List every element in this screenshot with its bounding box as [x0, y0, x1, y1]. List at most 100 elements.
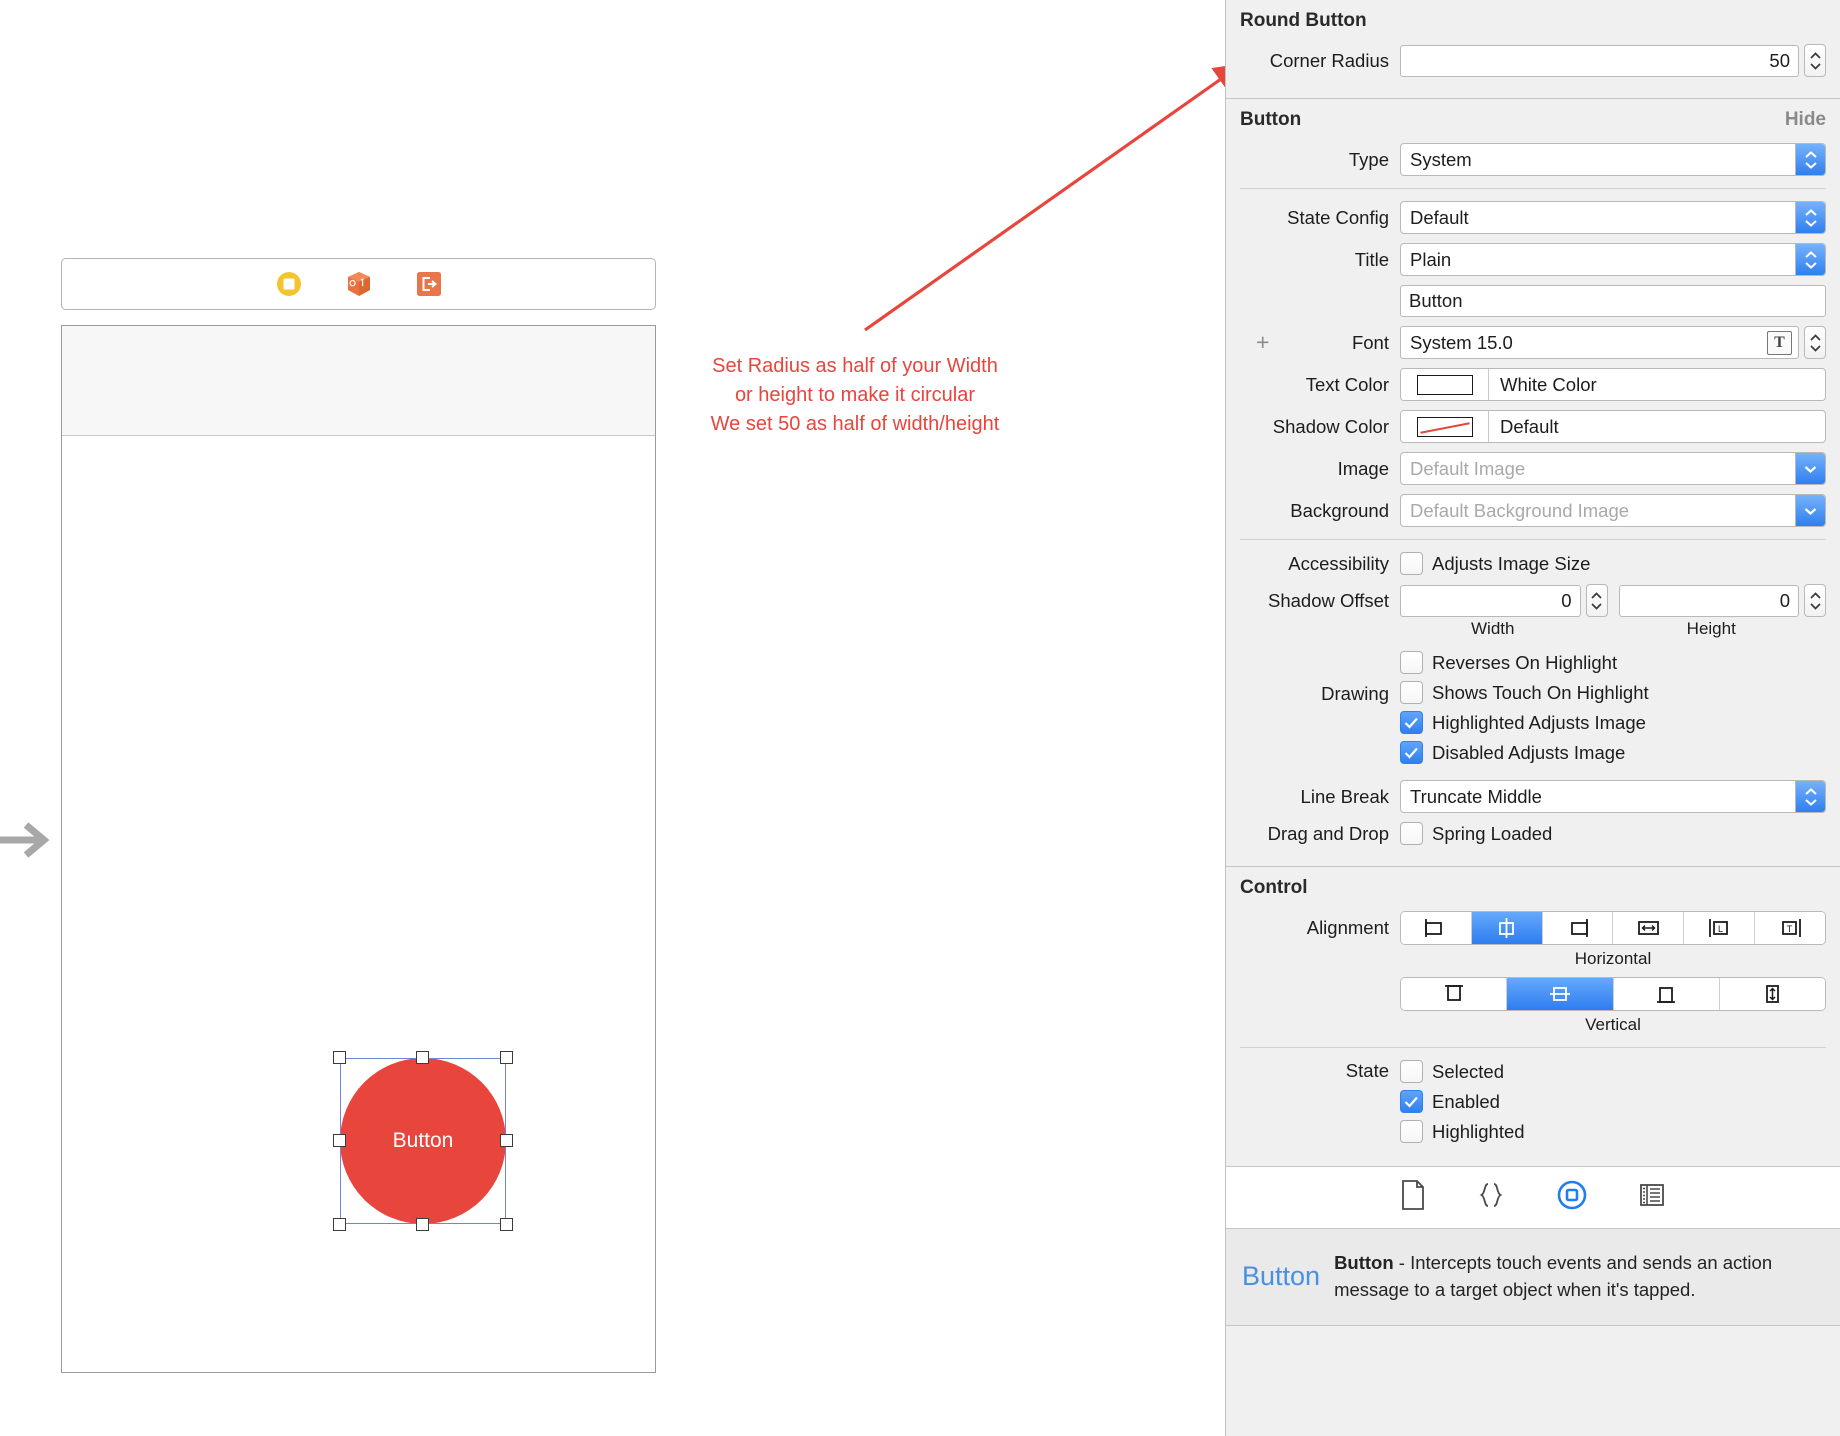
- align-left-icon[interactable]: [1401, 912, 1472, 944]
- reverses-on-highlight-checkbox[interactable]: [1400, 651, 1423, 674]
- type-label: Type: [1348, 148, 1389, 170]
- title-style-select[interactable]: Plain: [1400, 243, 1826, 276]
- adjusts-image-size-checkbox[interactable]: [1400, 552, 1423, 575]
- background-select[interactable]: Default Background Image: [1400, 494, 1826, 527]
- media-library-icon[interactable]: [1638, 1181, 1666, 1214]
- shadow-offset-width-input[interactable]: 0: [1400, 584, 1581, 617]
- disabled-adjusts-image-checkbox[interactable]: [1400, 741, 1423, 764]
- vertical-sub-label: Vertical: [1585, 1015, 1641, 1034]
- button-section: Button Hide Type System State Config Def…: [1226, 99, 1840, 867]
- text-color-row: Text Color White Color: [1240, 368, 1826, 401]
- font-size-stepper[interactable]: [1804, 326, 1826, 359]
- state-option[interactable]: Highlighted: [1400, 1120, 1525, 1143]
- align-center-icon[interactable]: [1471, 912, 1543, 944]
- font-input[interactable]: System 15.0 T: [1400, 326, 1799, 359]
- color-swatch-button[interactable]: [1401, 411, 1489, 442]
- drag-and-drop-label: Drag and Drop: [1267, 822, 1389, 844]
- scene-dock: [61, 258, 656, 310]
- resize-handle[interactable]: [333, 1134, 346, 1147]
- shadow-color-select[interactable]: Default: [1400, 410, 1826, 443]
- drawing-option[interactable]: Reverses On Highlight: [1400, 651, 1617, 674]
- align-bottom-icon[interactable]: [1613, 978, 1720, 1010]
- accessibility-label: Accessibility: [1288, 552, 1389, 574]
- align-fill-horizontal-icon[interactable]: [1613, 912, 1685, 944]
- shadow-offset-height-input[interactable]: 0: [1618, 584, 1799, 617]
- align-middle-icon[interactable]: [1507, 978, 1614, 1010]
- drawing-option[interactable]: Shows Touch On Highlight: [1400, 681, 1649, 704]
- exit-icon[interactable]: [416, 271, 442, 297]
- align-fill-vertical-icon[interactable]: [1719, 978, 1825, 1010]
- divider: [1240, 188, 1826, 189]
- resize-handle[interactable]: [500, 1134, 513, 1147]
- highlighted-adjusts-image-checkbox[interactable]: [1400, 711, 1423, 734]
- drawing-option-label: Reverses On Highlight: [1432, 651, 1618, 673]
- align-leading-icon[interactable]: L: [1684, 912, 1756, 944]
- drawing-row: Drawing Reverses On Highlight Shows Touc…: [1240, 651, 1826, 771]
- horizontal-alignment-segmented-control[interactable]: L T: [1400, 911, 1826, 945]
- adjusts-image-size-label: Adjusts Image Size: [1432, 552, 1591, 574]
- width-sub-label: Width: [1471, 619, 1515, 638]
- view-controller-icon[interactable]: [276, 271, 302, 297]
- drawing-label: Drawing: [1321, 683, 1389, 704]
- selected-button-wrapper[interactable]: Button: [333, 1051, 513, 1231]
- image-select[interactable]: Default Image: [1400, 452, 1826, 485]
- selected-checkbox[interactable]: [1400, 1060, 1423, 1083]
- align-top-icon[interactable]: [1401, 978, 1508, 1010]
- line-break-select[interactable]: Truncate Middle: [1400, 780, 1826, 813]
- title-text-input[interactable]: Button: [1400, 285, 1826, 317]
- line-break-row: Line Break Truncate Middle: [1240, 780, 1826, 813]
- resize-handle[interactable]: [333, 1051, 346, 1064]
- resize-handle[interactable]: [500, 1218, 513, 1231]
- first-responder-icon[interactable]: [346, 271, 372, 297]
- drawing-option[interactable]: Disabled Adjusts Image: [1400, 741, 1625, 764]
- hide-button[interactable]: Hide: [1785, 109, 1826, 131]
- resize-handle[interactable]: [416, 1218, 429, 1231]
- alignment-horizontal-row: Alignment L T: [1240, 911, 1826, 945]
- spring-loaded-checkbox[interactable]: [1400, 822, 1423, 845]
- drawing-option[interactable]: Highlighted Adjusts Image: [1400, 711, 1646, 734]
- color-swatch-button[interactable]: [1401, 369, 1489, 400]
- type-row: Type System: [1240, 143, 1826, 176]
- font-picker-icon[interactable]: T: [1767, 330, 1792, 355]
- file-template-icon[interactable]: [1400, 1180, 1426, 1215]
- enabled-checkbox[interactable]: [1400, 1090, 1423, 1113]
- state-option[interactable]: Enabled: [1400, 1090, 1500, 1113]
- type-select[interactable]: System: [1400, 143, 1826, 176]
- state-label: State: [1345, 1060, 1389, 1081]
- align-right-icon[interactable]: [1542, 912, 1614, 944]
- vertical-alignment-segmented-control[interactable]: [1400, 977, 1826, 1011]
- drawing-option-label: Highlighted Adjusts Image: [1432, 711, 1646, 733]
- shadow-offset-width-stepper[interactable]: [1585, 584, 1608, 617]
- resize-handle[interactable]: [500, 1051, 513, 1064]
- svg-text:L: L: [1718, 924, 1723, 934]
- shadow-offset-height-stepper[interactable]: [1804, 584, 1826, 617]
- align-trailing-icon[interactable]: T: [1755, 912, 1825, 944]
- resize-handle[interactable]: [416, 1051, 429, 1064]
- selection-rectangle: [340, 1058, 506, 1224]
- state-config-row: State Config Default: [1240, 201, 1826, 234]
- corner-radius-input[interactable]: 50: [1400, 44, 1799, 77]
- color-swatch-none: [1416, 416, 1473, 437]
- chevron-updown-icon: [1795, 781, 1825, 812]
- state-option-label: Enabled: [1432, 1090, 1500, 1112]
- state-option[interactable]: Selected: [1400, 1060, 1504, 1083]
- accessibility-row: Accessibility Adjusts Image Size: [1240, 552, 1826, 575]
- highlighted-checkbox[interactable]: [1400, 1120, 1423, 1143]
- code-snippet-icon[interactable]: [1476, 1180, 1506, 1215]
- corner-radius-stepper[interactable]: [1804, 44, 1826, 77]
- device-canvas: Button: [61, 325, 656, 1373]
- title-label: Title: [1354, 248, 1389, 270]
- state-config-select[interactable]: Default: [1400, 201, 1826, 234]
- round-button-section: Round Button Corner Radius 50: [1226, 0, 1840, 99]
- add-variation-button[interactable]: +: [1256, 331, 1269, 354]
- storyboard-canvas: Button Set Radius as half of your Width …: [0, 0, 1244, 1436]
- annotation-text: Set Radius as half of your Width or heig…: [710, 355, 1000, 435]
- resize-handle[interactable]: [333, 1218, 346, 1231]
- library-description: Button Button - Intercepts touch events …: [1226, 1229, 1840, 1326]
- shows-touch-on-highlight-checkbox[interactable]: [1400, 681, 1423, 704]
- object-library-icon[interactable]: [1556, 1179, 1588, 1216]
- height-sub-label: Height: [1686, 619, 1736, 638]
- horizontal-sub-label: Horizontal: [1574, 949, 1652, 968]
- shadow-offset-label: Shadow Offset: [1267, 589, 1389, 611]
- text-color-select[interactable]: White Color: [1400, 368, 1826, 401]
